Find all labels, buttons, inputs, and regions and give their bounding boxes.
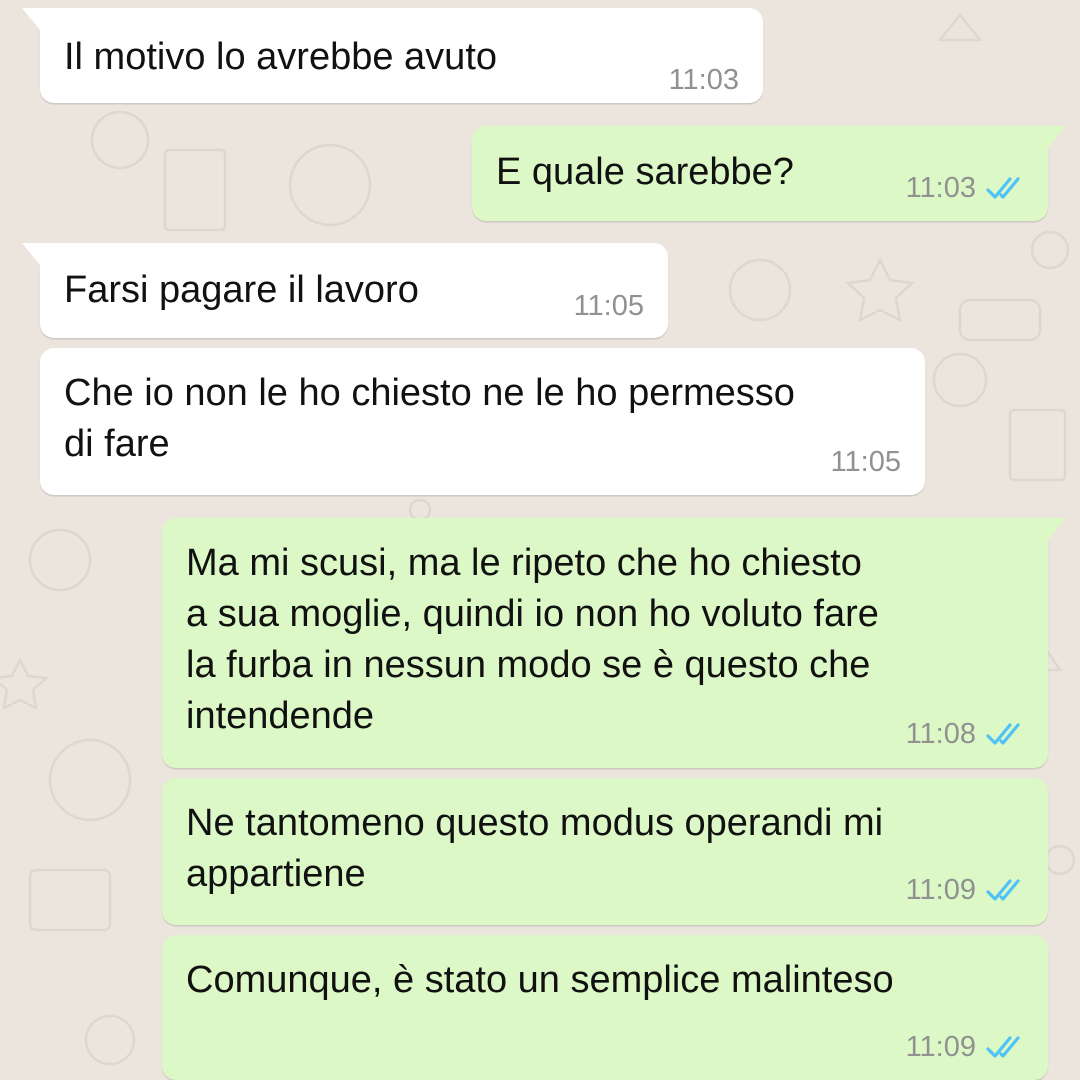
message-time: 11:09 xyxy=(905,1031,976,1063)
message-bubble-outgoing[interactable]: Ma mi scusi, ma le ripeto che ho chiesto… xyxy=(162,518,1066,768)
message-time: 11:03 xyxy=(668,64,739,96)
message-time: 11:09 xyxy=(905,874,976,906)
message-time: 11:05 xyxy=(573,290,644,322)
message-meta: 11:05 xyxy=(831,446,901,478)
message-bubble-incoming[interactable]: Il motivo lo avrebbe avuto 11:03 xyxy=(22,8,763,103)
message-text: Che io non le ho chiesto ne le ho permes… xyxy=(64,372,795,465)
message-bubble-incoming[interactable]: Che io non le ho chiesto ne le ho permes… xyxy=(40,348,925,495)
message-time: 11:03 xyxy=(905,172,976,204)
message-text: Ne tantomeno questo modus operandi mi ap… xyxy=(186,802,884,895)
message-meta: 11:08 xyxy=(906,718,1024,750)
read-double-check-icon xyxy=(986,879,1020,901)
read-double-check-icon xyxy=(986,177,1020,199)
message-bubble-outgoing[interactable]: E quale sarebbe? 11:03 xyxy=(472,126,1066,221)
message-meta: 11:03 xyxy=(669,64,739,96)
message-meta: 11:09 xyxy=(906,874,1024,906)
message-meta: 11:09 xyxy=(906,1031,1024,1063)
message-text: E quale sarebbe? xyxy=(496,151,794,193)
message-bubble-outgoing[interactable]: Ne tantomeno questo modus operandi mi ap… xyxy=(162,778,1048,925)
message-bubble-outgoing[interactable]: Comunque, è stato un semplice malinteso … xyxy=(162,935,1048,1080)
message-text: Farsi pagare il lavoro xyxy=(64,269,419,311)
message-time: 11:08 xyxy=(905,718,976,750)
message-bubble-incoming[interactable]: Farsi pagare il lavoro 11:05 xyxy=(22,243,668,338)
message-text: Il motivo lo avrebbe avuto xyxy=(64,36,498,78)
message-meta: 11:03 xyxy=(906,172,1024,204)
read-double-check-icon xyxy=(986,723,1020,745)
message-text: Comunque, è stato un semplice malinteso xyxy=(186,959,894,1001)
message-time: 11:05 xyxy=(830,446,901,478)
read-double-check-icon xyxy=(986,1036,1020,1058)
message-meta: 11:05 xyxy=(574,290,644,322)
message-text: Ma mi scusi, ma le ripeto che ho chiesto… xyxy=(186,542,879,737)
